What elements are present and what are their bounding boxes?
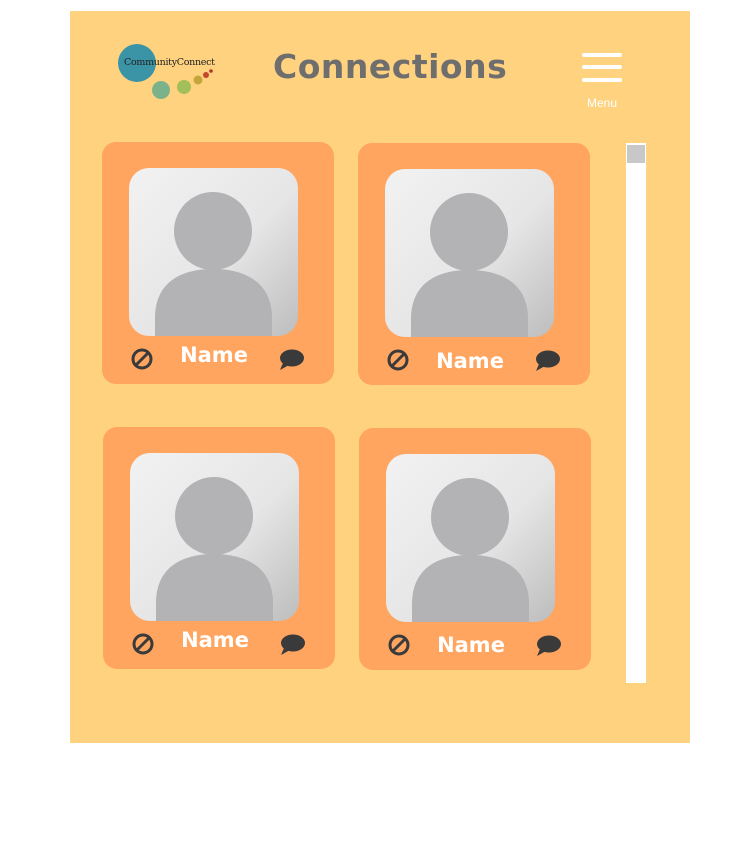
menu-label: Menu — [586, 96, 618, 110]
connection-card[interactable]: Name — [103, 427, 335, 669]
block-icon[interactable] — [387, 633, 411, 657]
app-frame: CommunityConnect Connections Menu Name N… — [70, 9, 690, 743]
block-icon[interactable] — [131, 632, 155, 656]
connection-name: Name — [181, 628, 249, 652]
menu-button[interactable]: Menu — [578, 51, 626, 115]
connection-card[interactable]: Name — [102, 142, 334, 384]
scrollbar-thumb[interactable] — [627, 145, 645, 163]
block-icon[interactable] — [130, 347, 154, 371]
block-icon[interactable] — [386, 348, 410, 372]
chat-bubble-icon[interactable] — [536, 635, 562, 657]
logo-text: CommunityConnect — [124, 57, 215, 68]
connection-card[interactable]: Name — [358, 143, 590, 385]
page-title: Connections — [273, 47, 508, 86]
connection-card[interactable]: Name — [359, 428, 591, 670]
connection-name: Name — [436, 349, 504, 373]
scrollbar-track[interactable] — [626, 143, 646, 683]
chat-bubble-icon[interactable] — [535, 350, 561, 372]
chat-bubble-icon[interactable] — [279, 349, 305, 371]
person-placeholder-icon[interactable] — [385, 169, 554, 337]
connection-name: Name — [437, 633, 505, 657]
logo-circles-icon — [118, 44, 213, 99]
person-placeholder-icon[interactable] — [386, 454, 555, 622]
chat-bubble-icon[interactable] — [280, 634, 306, 656]
person-placeholder-icon[interactable] — [129, 168, 298, 336]
logo-tab — [113, 9, 223, 11]
community-connect-logo[interactable]: CommunityConnect — [117, 43, 221, 101]
connection-name: Name — [180, 343, 248, 367]
person-placeholder-icon[interactable] — [130, 453, 299, 621]
